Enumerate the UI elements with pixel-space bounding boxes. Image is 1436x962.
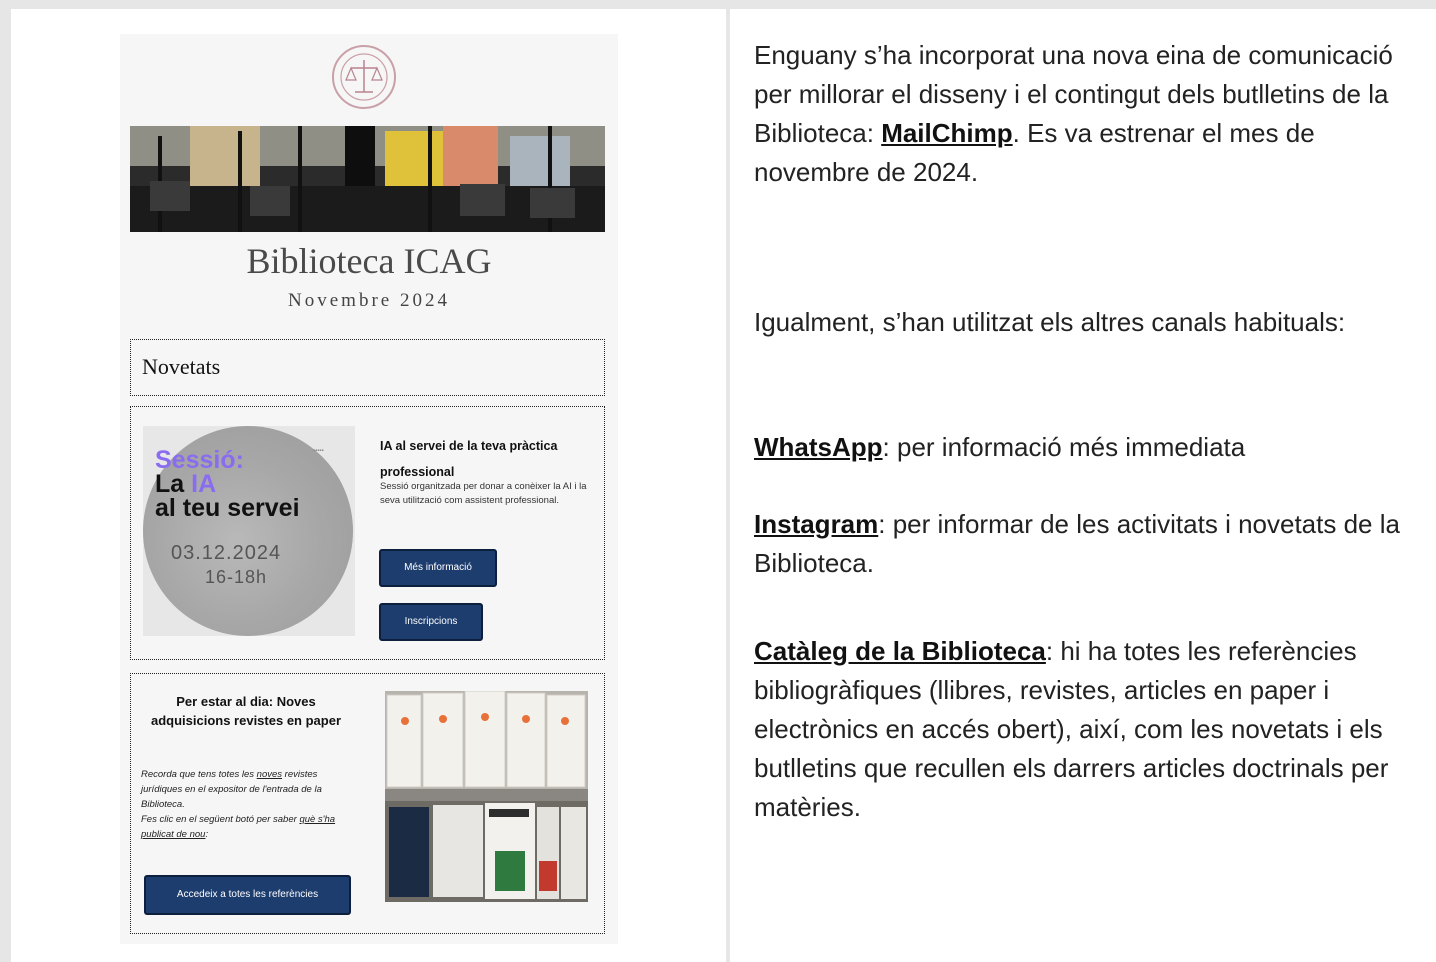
poster-line-3: al teu servei [155,494,300,522]
paragraph-mailchimp: Enguany s’ha incorporat una nova eina de… [754,36,1426,192]
journals-card: Per estar al dia: Noves adquisicions rev… [130,673,605,934]
newsletter-title: Biblioteca ICAG [246,241,492,281]
more-info-button[interactable]: Més informació [379,549,497,587]
journals-card-body: Recorda que tens totes les noves reviste… [141,767,343,842]
body-text-1: Recorda que tens totes les [141,769,257,780]
section-title: Novetats [142,354,221,379]
paragraph-catalog: Catàleg de la Biblioteca: hi ha totes le… [754,632,1426,827]
frame-top-border [0,0,1436,9]
journals-display-photo [385,691,588,902]
novetats-section: Novetats [130,339,605,396]
poster-hour: 16-18h [205,567,268,587]
whatsapp-link[interactable]: WhatsApp [754,432,883,462]
paragraph-instagram: Instagram: per informar de les activitat… [754,505,1426,583]
frame-left-border [0,0,11,962]
paragraph-channels: Igualment, s’han utilitzat els altres ca… [754,307,1346,337]
newsletter-preview: Biblioteca ICAG Novembre 2024 Novetats ▪… [120,34,618,944]
ia-card-headline: IA al servei de la teva pràctica profess… [380,439,558,479]
library-banner-photo [130,126,605,232]
ia-card-description: Sessió organitzada per donar a conèixer … [380,481,587,506]
body-link-noves[interactable]: noves [257,769,282,780]
poster-watermark: ▪▪▪▪▪ [313,448,324,454]
journals-card-headline: Per estar al dia: Noves adquisicions rev… [150,694,342,728]
body-text-3: Fes clic en el següent botó per saber [141,814,300,825]
catalog-link[interactable]: Catàleg de la Biblioteca [754,636,1046,666]
paragraph-whatsapp: WhatsApp: per informació més immediata [754,428,1426,467]
all-references-button[interactable]: Accedeix a totes les referències [144,875,351,915]
newsletter-subtitle: Novembre 2024 [288,290,450,311]
ia-session-poster: ▪▪▪▪▪ Sessió: La IA al teu servei 03.12.… [143,426,355,636]
register-button[interactable]: Inscripcions [379,603,483,641]
poster-date: 03.12.2024 [171,542,282,564]
frame-column-divider [726,9,730,962]
body-text-4: : [205,829,209,840]
p3-text-after: : per informació més immediata [882,432,1246,462]
instagram-link[interactable]: Instagram [754,509,878,539]
icag-seal-logo [332,45,396,109]
ia-session-card: ▪▪▪▪▪ Sessió: La IA al teu servei 03.12.… [130,406,605,660]
mailchimp-link[interactable]: MailChimp [881,118,1012,148]
